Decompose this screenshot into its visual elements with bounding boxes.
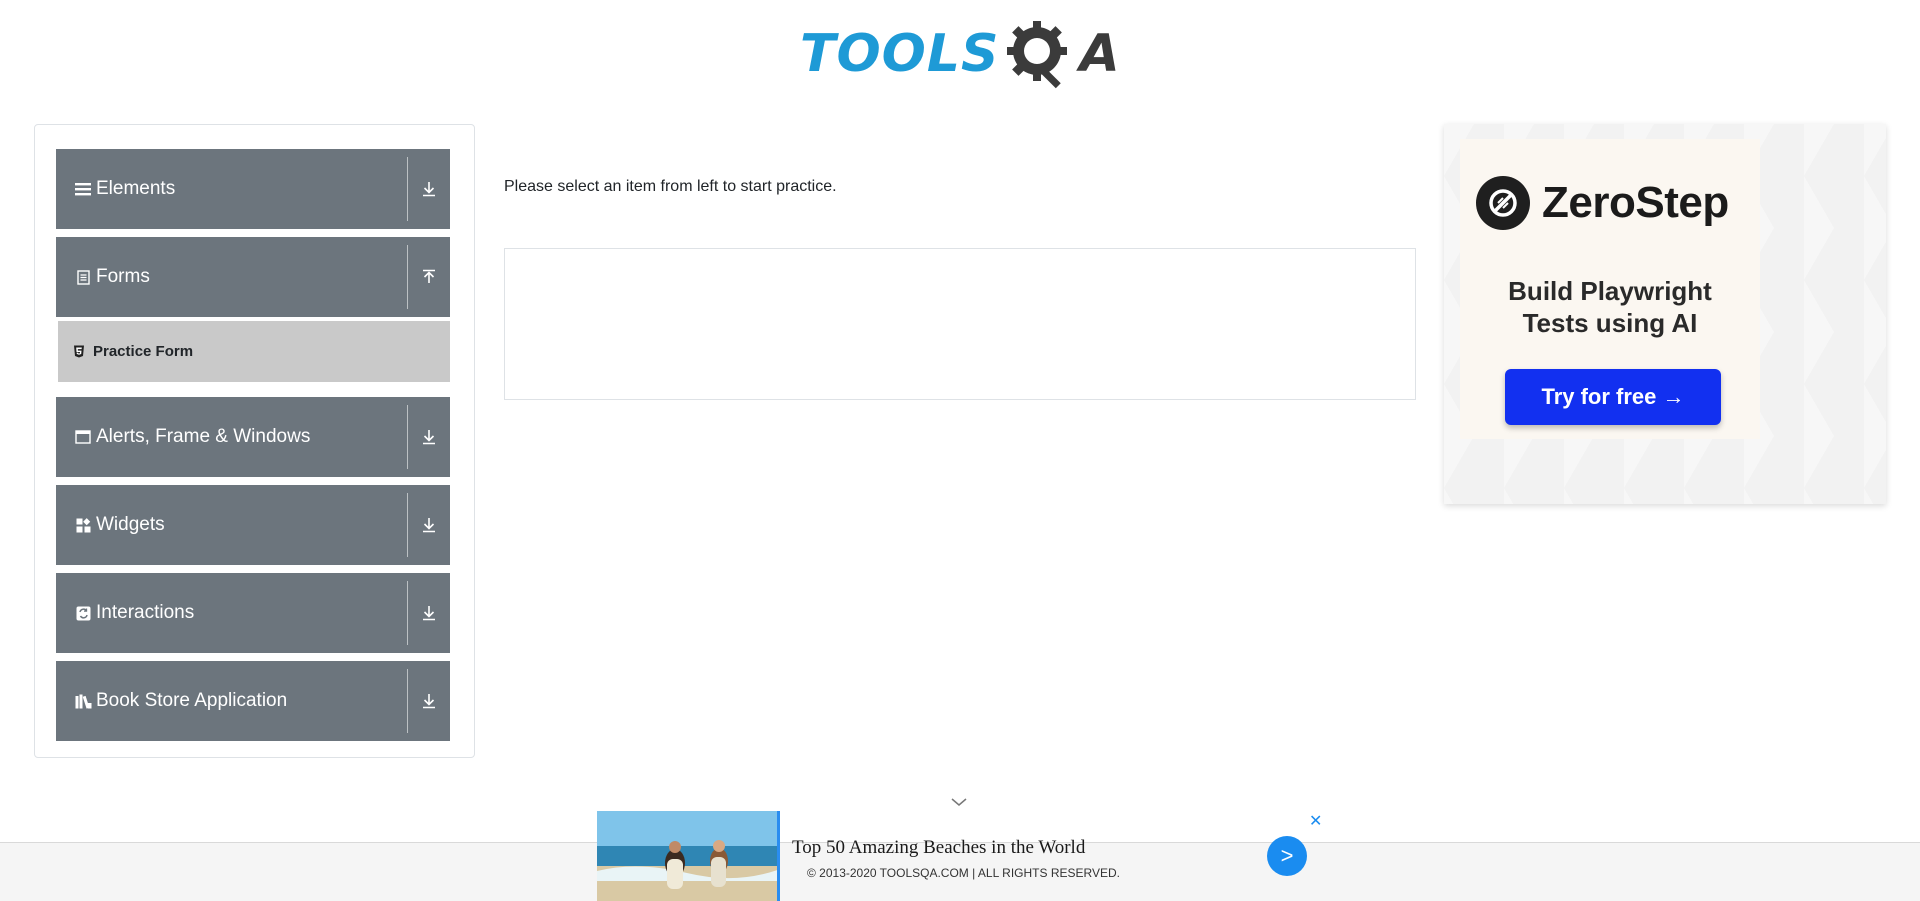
ad-brand-name: ZeroStep (1542, 178, 1729, 227)
sidebar-group-label: Book Store Application (96, 690, 288, 711)
ad-go-button[interactable]: > (1267, 836, 1307, 876)
ad-card: ZeroStep Build Playwright Tests using AI… (1460, 139, 1760, 439)
download-icon[interactable] (408, 693, 450, 709)
download-icon[interactable] (408, 181, 450, 197)
html5-icon (72, 345, 86, 359)
interaction-icon (74, 604, 92, 622)
sidebar-group-label: Forms (96, 266, 150, 287)
sidebar-group-elements[interactable]: Elements (56, 149, 450, 229)
logo-a-text: A (1079, 24, 1120, 84)
zerostep-logo-icon (1476, 176, 1530, 230)
ad-headline-line1: Build Playwright (1508, 276, 1712, 306)
left-panel-menu: Elements Forms Practice Form Alerts, Fra… (34, 124, 475, 758)
download-icon[interactable] (408, 605, 450, 621)
sidebar-group-alerts-frame-windows[interactable]: Alerts, Frame & Windows (56, 397, 450, 477)
sidebar-group-label: Alerts, Frame & Windows (96, 426, 311, 447)
beach-ad-image (597, 811, 780, 901)
zerostep-ad[interactable]: ZeroStep Build Playwright Tests using AI… (1444, 124, 1886, 504)
sidebar-group-label: Elements (96, 178, 176, 199)
logo-tools-text: TOOLS (800, 24, 1000, 84)
logo-qa-mark: A (1001, 15, 1120, 93)
sidebar-group-widgets[interactable]: Widgets (56, 485, 450, 565)
try-for-free-button[interactable]: Try for free → (1505, 369, 1721, 425)
bottom-ad-title: Top 50 Amazing Beaches in the World (792, 837, 1086, 858)
ad-headline-line2: Tests using AI (1522, 308, 1698, 338)
sidebar-group-forms[interactable]: Forms (56, 237, 450, 317)
download-icon[interactable] (408, 429, 450, 445)
window-icon (74, 428, 92, 446)
instruction-text: Please select an item from left to start… (504, 178, 837, 195)
download-icon[interactable] (408, 517, 450, 533)
ad-brand: ZeroStep (1476, 176, 1729, 230)
books-icon (74, 692, 92, 710)
widgets-icon (74, 516, 92, 534)
sidebar-group-interactions[interactable]: Interactions (56, 573, 450, 653)
gear-magnifier-icon (1007, 21, 1068, 89)
ad-headline: Build Playwright Tests using AI (1460, 275, 1760, 339)
page: TOOLS A Elements Forms Practice Form Ale… (0, 0, 1920, 901)
sidebar-group-book-store-application[interactable]: Book Store Application (56, 661, 450, 741)
sidebar-item-label: Practice Form (93, 343, 194, 360)
sidebar-group-label: Interactions (96, 602, 195, 623)
upload-icon[interactable] (408, 269, 450, 285)
sidebar-group-label: Widgets (96, 514, 165, 535)
close-icon[interactable]: ✕ (1309, 811, 1322, 831)
chevron-down-icon[interactable] (950, 796, 968, 808)
content-placeholder-box (504, 248, 1416, 400)
sidebar-item-practice-form[interactable]: Practice Form (58, 321, 450, 382)
bottom-banner-ad[interactable]: Top 50 Amazing Beaches in the World > ✕ (597, 811, 1322, 901)
toolsqa-logo[interactable]: TOOLS A (800, 14, 1120, 94)
document-icon (74, 268, 92, 286)
hamburger-icon (74, 180, 92, 198)
